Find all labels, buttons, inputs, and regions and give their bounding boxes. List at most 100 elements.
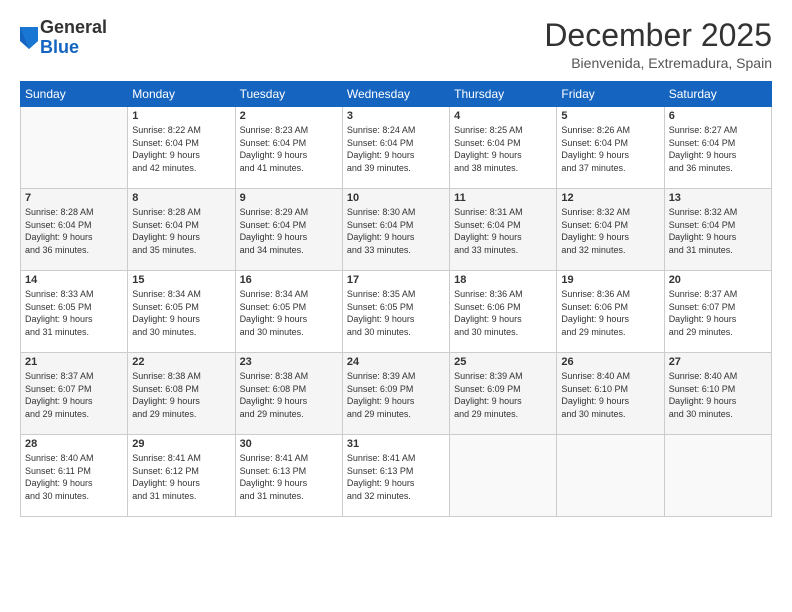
- day-info: Sunrise: 8:41 AMSunset: 6:13 PMDaylight:…: [347, 453, 416, 501]
- table-row: 9 Sunrise: 8:29 AMSunset: 6:04 PMDaylight…: [235, 189, 342, 271]
- day-number: 20: [669, 274, 767, 286]
- day-number: 4: [454, 110, 552, 122]
- day-info: Sunrise: 8:26 AMSunset: 6:04 PMDaylight:…: [561, 125, 630, 173]
- header-sunday: Sunday: [21, 82, 128, 107]
- logo-icon: [20, 27, 38, 49]
- day-info: Sunrise: 8:37 AMSunset: 6:07 PMDaylight:…: [669, 289, 738, 337]
- weekday-header-row: Sunday Monday Tuesday Wednesday Thursday…: [21, 82, 772, 107]
- table-row: [21, 107, 128, 189]
- day-number: 3: [347, 110, 445, 122]
- day-info: Sunrise: 8:22 AMSunset: 6:04 PMDaylight:…: [132, 125, 201, 173]
- day-number: 27: [669, 356, 767, 368]
- day-number: 16: [240, 274, 338, 286]
- day-info: Sunrise: 8:23 AMSunset: 6:04 PMDaylight:…: [240, 125, 309, 173]
- day-number: 24: [347, 356, 445, 368]
- day-info: Sunrise: 8:33 AMSunset: 6:05 PMDaylight:…: [25, 289, 94, 337]
- table-row: [450, 435, 557, 517]
- day-info: Sunrise: 8:39 AMSunset: 6:09 PMDaylight:…: [347, 371, 416, 419]
- table-row: 26Sunrise: 8:40 AMSunset: 6:10 PMDayligh…: [557, 353, 664, 435]
- location: Bienvenida, Extremadura, Spain: [544, 55, 772, 71]
- day-info: Sunrise: 8:28 AMSunset: 6:04 PMDaylight:…: [25, 207, 94, 255]
- day-number: 30: [240, 438, 338, 450]
- day-number: 29: [132, 438, 230, 450]
- header-monday: Monday: [128, 82, 235, 107]
- day-number: 1: [132, 110, 230, 122]
- table-row: 16Sunrise: 8:34 AMSunset: 6:05 PMDayligh…: [235, 271, 342, 353]
- calendar-week-row: 1 Sunrise: 8:22 AMSunset: 6:04 PMDaylight…: [21, 107, 772, 189]
- day-info: Sunrise: 8:41 AMSunset: 6:12 PMDaylight:…: [132, 453, 201, 501]
- table-row: 19Sunrise: 8:36 AMSunset: 6:06 PMDayligh…: [557, 271, 664, 353]
- day-info: Sunrise: 8:24 AMSunset: 6:04 PMDaylight:…: [347, 125, 416, 173]
- day-number: 22: [132, 356, 230, 368]
- table-row: 11 Sunrise: 8:31 AMSunset: 6:04 PMDayligh…: [450, 189, 557, 271]
- day-info: Sunrise: 8:29 AMSunset: 6:04 PMDaylight:…: [240, 207, 309, 255]
- day-number: 28: [25, 438, 123, 450]
- day-number: 18: [454, 274, 552, 286]
- logo-blue: Blue: [40, 37, 79, 57]
- logo-text: General Blue: [40, 18, 107, 58]
- day-info: Sunrise: 8:41 AMSunset: 6:13 PMDaylight:…: [240, 453, 309, 501]
- day-info: Sunrise: 8:40 AMSunset: 6:10 PMDaylight:…: [561, 371, 630, 419]
- day-number: 7: [25, 192, 123, 204]
- day-number: 11: [454, 192, 552, 204]
- table-row: 1 Sunrise: 8:22 AMSunset: 6:04 PMDaylight…: [128, 107, 235, 189]
- day-number: 5: [561, 110, 659, 122]
- table-row: 28 Sunrise: 8:40 AMSunset: 6:11 PMDayligh…: [21, 435, 128, 517]
- table-row: [664, 435, 771, 517]
- day-info: Sunrise: 8:25 AMSunset: 6:04 PMDaylight:…: [454, 125, 523, 173]
- calendar: Sunday Monday Tuesday Wednesday Thursday…: [20, 81, 772, 517]
- calendar-week-row: 14Sunrise: 8:33 AMSunset: 6:05 PMDayligh…: [21, 271, 772, 353]
- day-info: Sunrise: 8:35 AMSunset: 6:05 PMDaylight:…: [347, 289, 416, 337]
- calendar-week-row: 21 Sunrise: 8:37 AMSunset: 6:07 PMDayligh…: [21, 353, 772, 435]
- table-row: 13Sunrise: 8:32 AMSunset: 6:04 PMDayligh…: [664, 189, 771, 271]
- logo: General Blue: [20, 18, 107, 58]
- day-info: Sunrise: 8:31 AMSunset: 6:04 PMDaylight:…: [454, 207, 523, 255]
- day-info: Sunrise: 8:39 AMSunset: 6:09 PMDaylight:…: [454, 371, 523, 419]
- day-number: 21: [25, 356, 123, 368]
- header-wednesday: Wednesday: [342, 82, 449, 107]
- table-row: [557, 435, 664, 517]
- title-section: December 2025 Bienvenida, Extremadura, S…: [544, 18, 772, 71]
- table-row: 10 Sunrise: 8:30 AMSunset: 6:04 PMDayligh…: [342, 189, 449, 271]
- table-row: 22 Sunrise: 8:38 AMSunset: 6:08 PMDayligh…: [128, 353, 235, 435]
- day-info: Sunrise: 8:30 AMSunset: 6:04 PMDaylight:…: [347, 207, 416, 255]
- day-info: Sunrise: 8:38 AMSunset: 6:08 PMDaylight:…: [132, 371, 201, 419]
- month-title: December 2025: [544, 18, 772, 53]
- day-info: Sunrise: 8:40 AMSunset: 6:10 PMDaylight:…: [669, 371, 738, 419]
- day-number: 12: [561, 192, 659, 204]
- day-info: Sunrise: 8:27 AMSunset: 6:04 PMDaylight:…: [669, 125, 738, 173]
- table-row: 12 Sunrise: 8:32 AMSunset: 6:04 PMDayligh…: [557, 189, 664, 271]
- day-info: Sunrise: 8:32 AMSunset: 6:04 PMDaylight:…: [669, 207, 738, 255]
- day-number: 15: [132, 274, 230, 286]
- table-row: 24 Sunrise: 8:39 AMSunset: 6:09 PMDayligh…: [342, 353, 449, 435]
- calendar-week-row: 28 Sunrise: 8:40 AMSunset: 6:11 PMDayligh…: [21, 435, 772, 517]
- day-number: 6: [669, 110, 767, 122]
- page: General Blue December 2025 Bienvenida, E…: [0, 0, 792, 612]
- day-number: 25: [454, 356, 552, 368]
- table-row: 6 Sunrise: 8:27 AMSunset: 6:04 PMDaylight…: [664, 107, 771, 189]
- table-row: 27 Sunrise: 8:40 AMSunset: 6:10 PMDayligh…: [664, 353, 771, 435]
- calendar-week-row: 7 Sunrise: 8:28 AMSunset: 6:04 PMDaylight…: [21, 189, 772, 271]
- table-row: 4 Sunrise: 8:25 AMSunset: 6:04 PMDaylight…: [450, 107, 557, 189]
- table-row: 29 Sunrise: 8:41 AMSunset: 6:12 PMDayligh…: [128, 435, 235, 517]
- table-row: 30 Sunrise: 8:41 AMSunset: 6:13 PMDayligh…: [235, 435, 342, 517]
- day-number: 19: [561, 274, 659, 286]
- day-info: Sunrise: 8:28 AMSunset: 6:04 PMDaylight:…: [132, 207, 201, 255]
- day-number: 2: [240, 110, 338, 122]
- day-info: Sunrise: 8:37 AMSunset: 6:07 PMDaylight:…: [25, 371, 94, 419]
- table-row: 15 Sunrise: 8:34 AMSunset: 6:05 PMDayligh…: [128, 271, 235, 353]
- day-info: Sunrise: 8:34 AMSunset: 6:05 PMDaylight:…: [132, 289, 201, 337]
- table-row: 20 Sunrise: 8:37 AMSunset: 6:07 PMDayligh…: [664, 271, 771, 353]
- table-row: 21 Sunrise: 8:37 AMSunset: 6:07 PMDayligh…: [21, 353, 128, 435]
- table-row: 5 Sunrise: 8:26 AMSunset: 6:04 PMDaylight…: [557, 107, 664, 189]
- table-row: 2 Sunrise: 8:23 AMSunset: 6:04 PMDaylight…: [235, 107, 342, 189]
- day-number: 10: [347, 192, 445, 204]
- day-info: Sunrise: 8:32 AMSunset: 6:04 PMDaylight:…: [561, 207, 630, 255]
- header-friday: Friday: [557, 82, 664, 107]
- table-row: 18Sunrise: 8:36 AMSunset: 6:06 PMDayligh…: [450, 271, 557, 353]
- day-number: 17: [347, 274, 445, 286]
- table-row: 17 Sunrise: 8:35 AMSunset: 6:05 PMDayligh…: [342, 271, 449, 353]
- day-number: 9: [240, 192, 338, 204]
- logo-general: General: [40, 17, 107, 37]
- day-info: Sunrise: 8:40 AMSunset: 6:11 PMDaylight:…: [25, 453, 94, 501]
